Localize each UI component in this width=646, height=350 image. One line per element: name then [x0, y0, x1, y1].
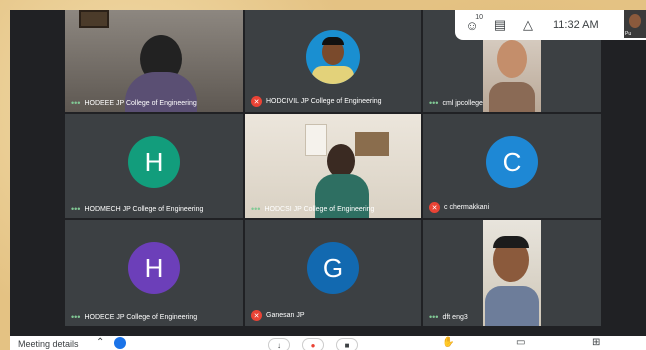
participant-name: ••• cml jpcollege — [429, 98, 483, 108]
participant-tile[interactable]: ✕ HODCIVIL JP College of Engineering — [245, 10, 421, 112]
microphone-icon: ↓ — [277, 340, 281, 350]
camera-button[interactable]: ■ — [336, 338, 358, 350]
audio-indicator-icon: ••• — [71, 204, 81, 214]
participant-video — [65, 10, 243, 112]
participant-video — [483, 30, 541, 112]
self-video — [629, 14, 641, 28]
mic-off-icon: ✕ — [251, 96, 262, 107]
participant-tile[interactable]: C ✕ c chermakkani — [423, 114, 601, 218]
avatar: H — [128, 136, 180, 188]
raise-hand-icon[interactable]: ✋ — [442, 337, 454, 348]
participant-tile[interactable]: H ••• HODECE JP College of Engineering — [65, 220, 243, 326]
participant-tile[interactable]: ••• dft eng3 — [423, 220, 601, 326]
audio-indicator-icon: ••• — [429, 98, 439, 108]
activities-icon[interactable]: △ — [517, 14, 539, 36]
end-call-icon: ● — [310, 340, 316, 350]
end-call-button[interactable]: ● — [302, 338, 324, 350]
bottom-bar: Meeting details ⌃ ↓ ● ■ ✋ ▭ ⊞ — [10, 336, 646, 350]
self-label: Pu — [625, 31, 632, 37]
avatar: G — [307, 242, 359, 294]
participant-video — [245, 114, 421, 218]
camera-icon: ■ — [344, 340, 350, 350]
mic-off-icon: ✕ — [251, 310, 262, 321]
audio-indicator-icon: ••• — [71, 312, 81, 322]
participant-tile[interactable]: ••• HODCSI JP College of Engineering — [245, 114, 421, 218]
participant-name: ✕ c chermakkani — [429, 202, 489, 213]
participant-name: ••• dft eng3 — [429, 312, 468, 322]
participant-tile[interactable]: H ••• HODMECH JP College of Engineering — [65, 114, 243, 218]
participant-name: ••• HODMECH JP College of Engineering — [71, 204, 204, 214]
chevron-up-icon[interactable]: ⌃ — [96, 337, 104, 348]
clock-time: 11:32 AM — [553, 19, 599, 31]
meeting-details-button[interactable]: Meeting details — [18, 339, 79, 349]
people-icon[interactable]: ☺ 10 — [461, 14, 483, 36]
audio-indicator-icon: ••• — [251, 204, 261, 214]
participant-name: ••• HODECE JP College of Engineering — [71, 312, 198, 322]
meet-screen: ••• HODEEE JP College of Engineering ✕ HOD… — [10, 10, 646, 350]
audio-indicator-icon: ••• — [429, 312, 439, 322]
participant-name: ✕ HODCIVIL JP College of Engineering — [251, 96, 382, 107]
top-bar: ☺ 10 ▤ △ 11:32 AM Pu — [455, 10, 646, 40]
captions-icon[interactable]: ▭ — [516, 337, 525, 348]
present-icon[interactable]: ⊞ — [592, 337, 600, 348]
avatar: C — [486, 136, 538, 188]
microphone-button[interactable]: ↓ — [268, 338, 290, 350]
people-count-badge: 10 — [475, 14, 483, 21]
participant-video — [483, 220, 541, 326]
participant-tile[interactable]: G ✕ Ganesan JP — [245, 220, 421, 326]
participant-name: ✕ Ganesan JP — [251, 310, 305, 321]
chat-icon[interactable]: ▤ — [489, 14, 511, 36]
participant-icon[interactable] — [114, 337, 126, 349]
participant-name: ••• HODCSI JP College of Engineering — [251, 204, 375, 214]
self-view[interactable]: Pu — [624, 10, 646, 38]
participant-name: ••• HODEEE JP College of Engineering — [71, 98, 197, 108]
avatar: H — [128, 242, 180, 294]
profile-photo — [306, 30, 360, 84]
mic-off-icon: ✕ — [429, 202, 440, 213]
audio-indicator-icon: ••• — [71, 98, 81, 108]
participant-tile[interactable]: ••• HODEEE JP College of Engineering — [65, 10, 243, 112]
